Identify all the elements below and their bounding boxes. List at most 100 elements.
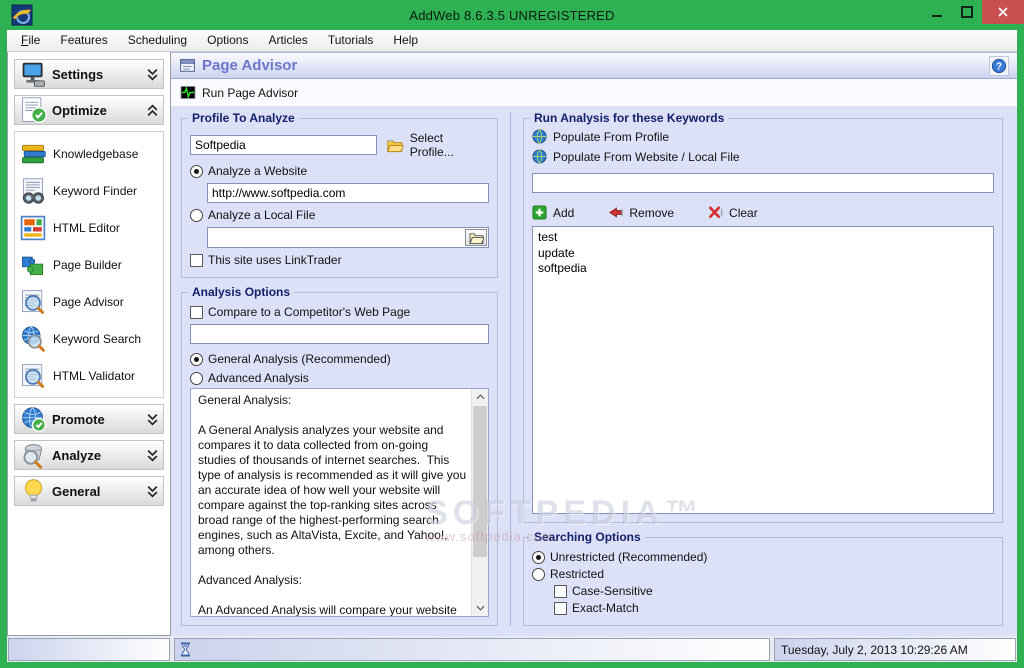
run-pulse-icon (180, 85, 196, 100)
general-lightbulb-icon (24, 478, 43, 501)
scroll-up-arrow[interactable] (472, 389, 489, 405)
advanced-analysis-option[interactable]: Advanced Analysis (190, 371, 489, 385)
unrestricted-radio[interactable] (532, 550, 545, 564)
menu-help[interactable]: Help (383, 30, 428, 51)
case-sensitive-option[interactable]: Case-Sensitive (532, 584, 994, 598)
sidebar-section-analyze[interactable]: Analyze (14, 440, 164, 470)
exact-match-option[interactable]: Exact-Match (532, 601, 994, 615)
case-sensitive-label: Case-Sensitive (572, 584, 653, 598)
svg-text:?: ? (996, 61, 1002, 72)
compare-competitor-checkbox[interactable] (190, 305, 203, 319)
local-file-input[interactable] (208, 228, 465, 247)
populate-from-profile-button[interactable]: Populate From Profile (532, 129, 669, 144)
add-keyword-button[interactable]: Add (532, 205, 574, 220)
general-analysis-option[interactable]: General Analysis (Recommended) (190, 352, 489, 366)
analyze-local-file-option[interactable]: Analyze a Local File (190, 208, 489, 222)
analyze-website-radio[interactable] (190, 164, 203, 178)
left-column: Profile To Analyze Select Profile... Ana… (181, 111, 511, 626)
keyword-list-item[interactable]: test (538, 230, 988, 246)
analyze-website-label: Analyze a Website (208, 164, 308, 178)
chevron-double-down-icon (147, 413, 158, 426)
keyword-input[interactable] (532, 173, 994, 193)
sidebar-section-settings[interactable]: Settings (14, 59, 164, 89)
right-column: Run Analysis for these Keywords Populate… (511, 111, 1003, 626)
knowledgebase-books-icon (22, 144, 46, 163)
select-profile-button[interactable]: Select Profile... (386, 131, 489, 159)
sidebar-item-page-advisor[interactable]: Page Advisor (17, 283, 161, 320)
remove-label: Remove (629, 205, 675, 220)
group-title: Analysis Options (188, 285, 295, 299)
analyze-website-option[interactable]: Analyze a Website (190, 164, 489, 178)
linktrader-checkbox[interactable] (190, 253, 203, 267)
window-title: AddWeb 8.6.3.5 UNREGISTERED (409, 8, 615, 23)
restricted-option[interactable]: Restricted (532, 567, 994, 581)
keyword-list-item[interactable]: update (538, 246, 988, 262)
remove-keyword-button[interactable]: Remove (608, 205, 674, 220)
hourglass-icon (180, 642, 191, 657)
case-sensitive-checkbox[interactable] (554, 584, 567, 598)
scroll-down-arrow[interactable] (472, 600, 489, 616)
page-builder-puzzle-icon (22, 256, 44, 275)
menu-tutorials[interactable]: Tutorials (318, 30, 384, 51)
sidebar-item-html-validator[interactable]: HTML Validator (17, 357, 161, 394)
advanced-analysis-label: Advanced Analysis (208, 371, 309, 385)
close-button[interactable] (982, 0, 1024, 24)
menu-options[interactable]: Options (197, 30, 258, 51)
sidebar-section-optimize[interactable]: Optimize (14, 95, 164, 125)
scrollbar-thumb[interactable] (473, 406, 487, 557)
help-button[interactable]: ? (989, 55, 1009, 76)
unrestricted-option[interactable]: Unrestricted (Recommended) (532, 550, 994, 564)
globe-icon (532, 129, 547, 144)
sidebar-section-promote[interactable]: Promote (14, 404, 164, 434)
browse-file-button[interactable] (465, 229, 487, 246)
keyword-listbox[interactable]: test update softpedia (532, 226, 994, 514)
analysis-description-text: General Analysis: A General Analysis ana… (198, 393, 467, 616)
sidebar-item-label: Keyword Finder (53, 183, 138, 198)
run-page-advisor-button[interactable]: Run Page Advisor (180, 85, 298, 100)
clear-label: Clear (729, 205, 758, 220)
globe-icon (532, 149, 547, 164)
menu-articles[interactable]: Articles (258, 30, 317, 51)
run-page-advisor-label: Run Page Advisor (202, 85, 299, 100)
clear-keywords-button[interactable]: Clear (708, 205, 758, 220)
menu-scheduling[interactable]: Scheduling (118, 30, 197, 51)
sidebar-item-page-builder[interactable]: Page Builder (17, 246, 161, 283)
analyze-local-file-radio[interactable] (190, 208, 203, 222)
website-url-input[interactable] (207, 183, 489, 203)
keyword-list-item[interactable]: softpedia (538, 261, 988, 277)
sidebar-item-label: Page Builder (53, 257, 122, 272)
advanced-analysis-radio[interactable] (190, 371, 203, 385)
group-title: Profile To Analyze (188, 111, 299, 125)
general-analysis-radio[interactable] (190, 352, 203, 366)
populate-from-website-button[interactable]: Populate From Website / Local File (532, 149, 740, 164)
description-scrollbar[interactable] (471, 389, 488, 616)
competitor-url-input[interactable] (190, 324, 489, 344)
sidebar-item-keyword-finder[interactable]: Keyword Finder (17, 172, 161, 209)
html-validator-icon (22, 363, 45, 388)
chevron-double-down-icon (147, 68, 158, 81)
optimize-icon (22, 96, 47, 123)
sidebar-item-html-editor[interactable]: HTML Editor (17, 209, 161, 246)
folder-open-icon (387, 138, 404, 152)
unrestricted-label: Unrestricted (Recommended) (550, 550, 708, 564)
add-label: Add (553, 205, 575, 220)
status-datetime: Tuesday, July 2, 2013 10:29:26 AM (774, 638, 1016, 661)
menu-file[interactable]: File (11, 30, 50, 51)
menu-features[interactable]: Features (50, 30, 117, 51)
exact-match-checkbox[interactable] (554, 601, 567, 615)
sidebar-item-knowledgebase[interactable]: Knowledgebase (17, 135, 161, 172)
app-window: AddWeb 8.6.3.5 UNREGISTERED File Feature… (0, 0, 1024, 668)
keywords-group: Run Analysis for these Keywords Populate… (523, 111, 1003, 523)
keyword-finder-icon (22, 177, 44, 204)
profile-name-input[interactable] (190, 135, 378, 155)
compare-competitor-option[interactable]: Compare to a Competitor's Web Page (190, 305, 489, 319)
minimize-button[interactable] (922, 0, 952, 24)
sidebar-item-keyword-search[interactable]: Keyword Search (17, 320, 161, 357)
sidebar-section-general[interactable]: General (14, 476, 164, 506)
linktrader-option[interactable]: This site uses LinkTrader (190, 253, 489, 267)
sidebar-item-label: HTML Editor (53, 220, 120, 235)
sidebar-item-label: Keyword Search (53, 331, 142, 346)
group-title: Searching Options (530, 530, 645, 544)
restricted-radio[interactable] (532, 567, 545, 581)
maximize-button[interactable] (952, 0, 982, 24)
